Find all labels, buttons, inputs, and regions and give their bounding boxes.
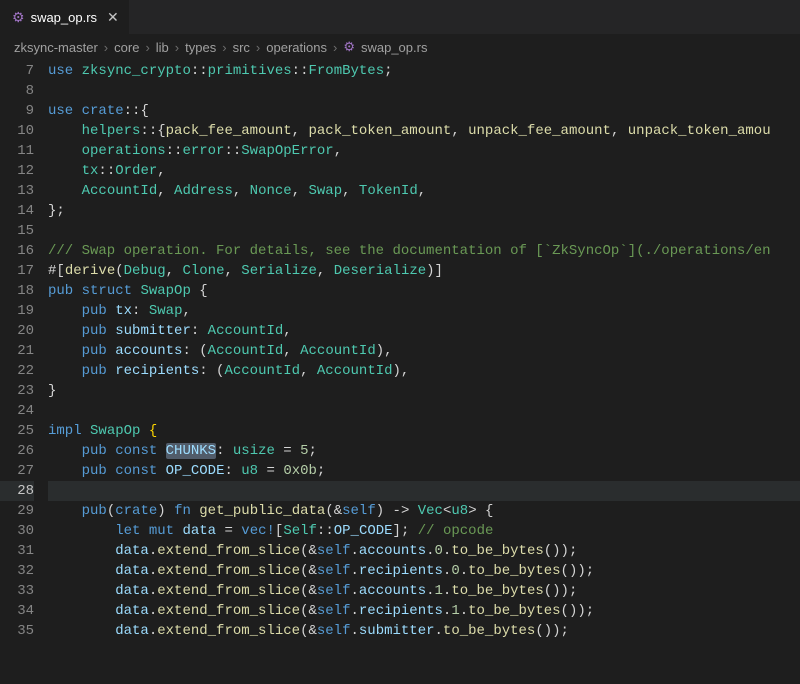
chevron-right-icon: › — [175, 40, 179, 55]
line-number: 33 — [0, 581, 34, 601]
code-editor[interactable]: 7891011121314151617181920212223242526272… — [0, 61, 800, 682]
code-line[interactable] — [48, 481, 800, 501]
code-line[interactable]: use zksync_crypto::primitives::FromBytes… — [48, 61, 800, 81]
breadcrumb-seg[interactable]: operations — [266, 40, 327, 55]
line-number: 11 — [0, 141, 34, 161]
line-number: 31 — [0, 541, 34, 561]
tab-swap-op-rs[interactable]: ⚙ swap_op.rs ✕ — [0, 0, 129, 34]
line-number: 7 — [0, 61, 34, 81]
code-line[interactable]: /// Swap operation. For details, see the… — [48, 241, 800, 261]
tab-label: swap_op.rs — [31, 10, 97, 25]
code-line[interactable] — [48, 221, 800, 241]
code-line[interactable]: pub(crate) fn get_public_data(&self) -> … — [48, 501, 800, 521]
code-line[interactable]: use crate::{ — [48, 101, 800, 121]
line-number: 25 — [0, 421, 34, 441]
code-line[interactable]: AccountId, Address, Nonce, Swap, TokenId… — [48, 181, 800, 201]
code-line[interactable]: pub submitter: AccountId, — [48, 321, 800, 341]
line-number: 23 — [0, 381, 34, 401]
editor-tab-bar: ⚙ swap_op.rs ✕ — [0, 0, 800, 35]
code-line[interactable]: tx::Order, — [48, 161, 800, 181]
code-line[interactable]: impl SwapOp { — [48, 421, 800, 441]
rust-file-icon: ⚙ — [12, 9, 25, 26]
breadcrumb-seg[interactable]: src — [233, 40, 250, 55]
line-number: 14 — [0, 201, 34, 221]
line-number: 24 — [0, 401, 34, 421]
line-number-gutter: 7891011121314151617181920212223242526272… — [0, 61, 48, 682]
line-number: 13 — [0, 181, 34, 201]
code-line[interactable]: data.extend_from_slice(&self.submitter.t… — [48, 621, 800, 641]
code-line[interactable] — [48, 81, 800, 101]
code-line[interactable]: pub struct SwapOp { — [48, 281, 800, 301]
code-line[interactable]: } — [48, 381, 800, 401]
rust-file-icon: ⚙ — [343, 39, 355, 55]
code-line[interactable]: #[derive(Debug, Clone, Serialize, Deseri… — [48, 261, 800, 281]
line-number: 20 — [0, 321, 34, 341]
code-line[interactable]: pub const OP_CODE: u8 = 0x0b; — [48, 461, 800, 481]
breadcrumb-seg[interactable]: zksync-master — [14, 40, 98, 55]
line-number: 21 — [0, 341, 34, 361]
chevron-right-icon: › — [333, 40, 337, 55]
chevron-right-icon: › — [222, 40, 226, 55]
line-number: 32 — [0, 561, 34, 581]
line-number: 10 — [0, 121, 34, 141]
line-number: 28 — [0, 481, 34, 501]
breadcrumb-seg[interactable]: lib — [156, 40, 169, 55]
code-line[interactable] — [48, 401, 800, 421]
breadcrumb-seg[interactable]: swap_op.rs — [361, 40, 427, 55]
breadcrumb-seg[interactable]: core — [114, 40, 139, 55]
line-number: 26 — [0, 441, 34, 461]
line-number: 30 — [0, 521, 34, 541]
line-number: 35 — [0, 621, 34, 641]
line-number: 27 — [0, 461, 34, 481]
code-line[interactable]: pub recipients: (AccountId, AccountId), — [48, 361, 800, 381]
code-line[interactable]: pub tx: Swap, — [48, 301, 800, 321]
code-line[interactable]: data.extend_from_slice(&self.accounts.1.… — [48, 581, 800, 601]
code-line[interactable]: pub accounts: (AccountId, AccountId), — [48, 341, 800, 361]
line-number: 15 — [0, 221, 34, 241]
breadcrumb[interactable]: zksync-master › core › lib › types › src… — [0, 35, 800, 61]
chevron-right-icon: › — [256, 40, 260, 55]
code-line[interactable]: }; — [48, 201, 800, 221]
chevron-right-icon: › — [104, 40, 108, 55]
code-line[interactable]: data.extend_from_slice(&self.accounts.0.… — [48, 541, 800, 561]
code-area[interactable]: use zksync_crypto::primitives::FromBytes… — [48, 61, 800, 682]
line-number: 9 — [0, 101, 34, 121]
line-number: 29 — [0, 501, 34, 521]
line-number: 19 — [0, 301, 34, 321]
code-line[interactable]: operations::error::SwapOpError, — [48, 141, 800, 161]
code-line[interactable]: data.extend_from_slice(&self.recipients.… — [48, 601, 800, 621]
code-line[interactable]: pub const CHUNKS: usize = 5; — [48, 441, 800, 461]
close-icon[interactable]: ✕ — [107, 9, 119, 26]
line-number: 8 — [0, 81, 34, 101]
code-line[interactable]: helpers::{pack_fee_amount, pack_token_am… — [48, 121, 800, 141]
line-number: 12 — [0, 161, 34, 181]
line-number: 22 — [0, 361, 34, 381]
chevron-right-icon: › — [145, 40, 149, 55]
line-number: 16 — [0, 241, 34, 261]
line-number: 34 — [0, 601, 34, 621]
line-number: 17 — [0, 261, 34, 281]
code-line[interactable]: let mut data = vec![Self::OP_CODE]; // o… — [48, 521, 800, 541]
line-number: 18 — [0, 281, 34, 301]
breadcrumb-seg[interactable]: types — [185, 40, 216, 55]
code-line[interactable]: data.extend_from_slice(&self.recipients.… — [48, 561, 800, 581]
